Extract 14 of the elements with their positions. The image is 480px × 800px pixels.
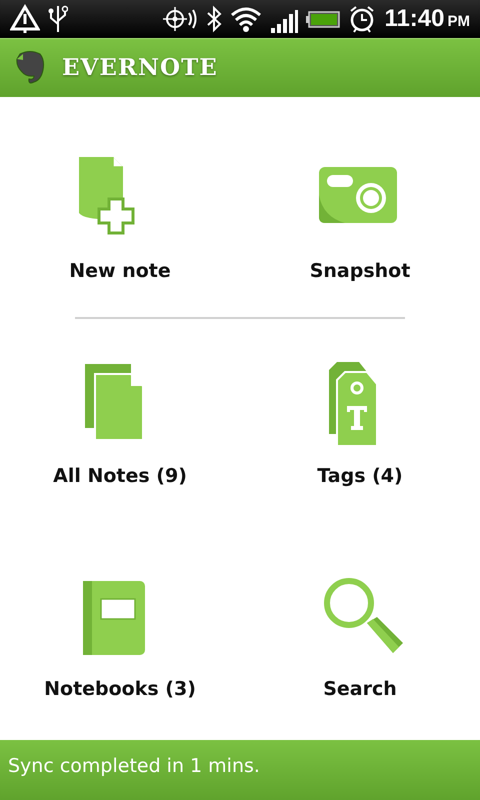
usb-icon <box>48 4 68 34</box>
gps-icon <box>162 4 198 34</box>
sync-status-text: Sync completed in 1 mins. <box>8 754 260 780</box>
menu-tile[interactable]: Snapshot <box>240 155 480 317</box>
menu-tile[interactable]: Notebooks (3) <box>0 573 240 740</box>
bluetooth-icon <box>206 4 222 34</box>
menu-tile[interactable]: All Notes (9) <box>0 360 240 520</box>
app-title: EVERNOTE <box>62 52 218 83</box>
menu-tile[interactable]: New note <box>0 155 240 317</box>
menu-tile[interactable]: Tags (4) <box>240 360 480 520</box>
warning-icon <box>10 4 40 34</box>
clock-time: 11:40 PM <box>384 7 470 31</box>
alarm-icon <box>348 4 376 34</box>
menu-tile[interactable]: Search <box>240 573 480 740</box>
